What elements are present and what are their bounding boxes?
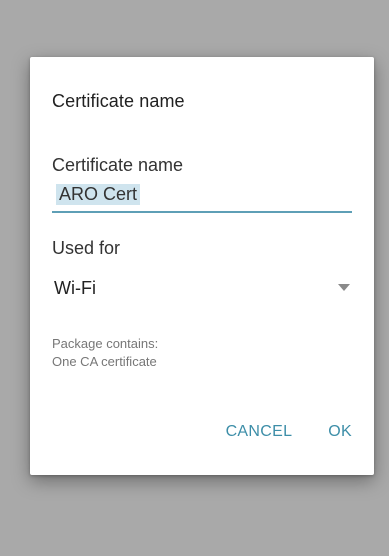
certificate-name-value[interactable]: ARO Cert: [56, 184, 141, 205]
used-for-dropdown[interactable]: Wi-Fi: [52, 270, 352, 306]
used-for-label: Used for: [52, 238, 121, 258]
package-info: Package contains: One CA certificate: [52, 335, 158, 371]
used-for-value[interactable]: Wi-Fi: [54, 278, 96, 299]
dialog-actions: CANCEL OK: [226, 423, 352, 441]
dialog-title: Certificate name: [52, 91, 185, 111]
package-contains-label: Package contains:: [52, 336, 159, 351]
chevron-down-icon[interactable]: [338, 284, 350, 291]
certificate-name-input[interactable]: ARO Cert: [52, 181, 352, 213]
certificate-name-label: Certificate name: [52, 155, 184, 175]
ok-button[interactable]: OK: [328, 423, 352, 441]
cancel-button[interactable]: CANCEL: [226, 423, 293, 441]
certificate-dialog: Certificate name Certificate name ARO Ce…: [30, 57, 374, 475]
package-contents-value: One CA certificate: [52, 354, 157, 369]
